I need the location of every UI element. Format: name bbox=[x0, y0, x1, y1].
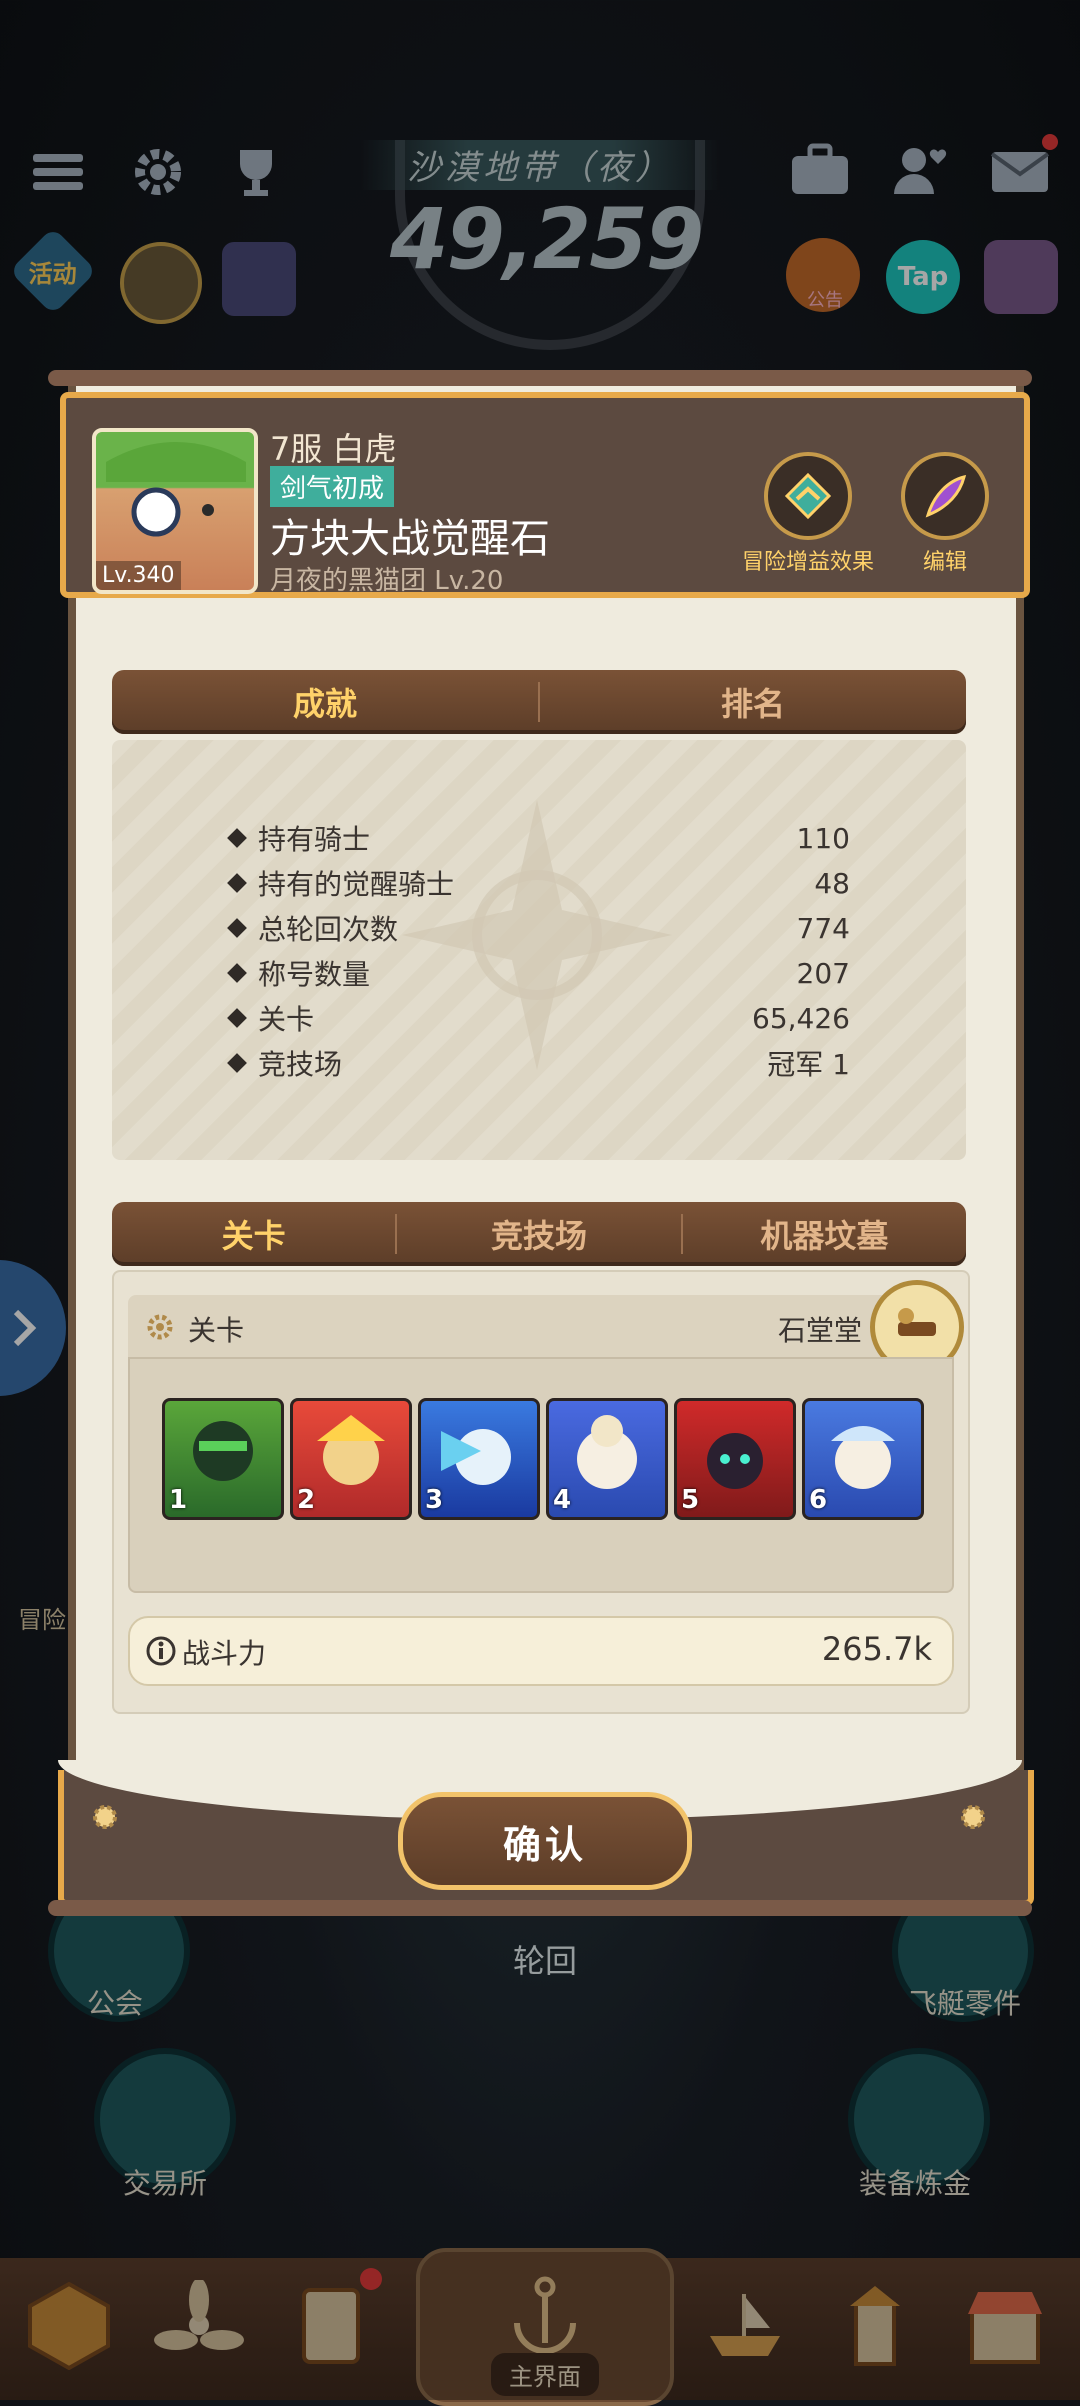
tab-achievements[interactable]: 成就 bbox=[112, 679, 538, 725]
stat-label: 称号数量 bbox=[258, 958, 371, 991]
hero-slot-number: 3 bbox=[425, 1485, 444, 1515]
player-level: Lv.340 bbox=[96, 561, 181, 590]
stat-row: 总轮回次数 774 bbox=[227, 906, 850, 950]
hero-slot[interactable]: 1 bbox=[162, 1398, 284, 1520]
stat-row: 关卡 65,426 bbox=[227, 996, 850, 1040]
stat-label: 竞技场 bbox=[258, 1048, 343, 1081]
modal-top-bar bbox=[48, 370, 1032, 386]
stat-value: 110 bbox=[796, 821, 850, 855]
stat-row: 称号数量 207 bbox=[227, 951, 850, 995]
player-avatar[interactable]: Lv.340 bbox=[92, 428, 258, 594]
team-owner: 石堂堂 bbox=[778, 1314, 863, 1347]
tab-arena[interactable]: 竞技场 bbox=[397, 1211, 680, 1257]
stat-label: 关卡 bbox=[258, 1003, 315, 1036]
stat-value: 65,426 bbox=[752, 1001, 850, 1035]
adventure-buff-label: 冒险增益效果 bbox=[742, 550, 875, 575]
info-icon[interactable] bbox=[146, 1636, 176, 1666]
hero-slot-number: 6 bbox=[809, 1485, 828, 1515]
stat-row: 持有骑士 110 bbox=[227, 816, 850, 860]
hero-slot-number: 2 bbox=[297, 1485, 316, 1515]
edit-button[interactable]: 编辑 bbox=[896, 452, 994, 575]
hero-slot[interactable]: 5 bbox=[674, 1398, 796, 1520]
title-tag: 剑气初成 bbox=[270, 466, 395, 507]
stat-value: 207 bbox=[796, 956, 850, 990]
hero-slot[interactable]: 6 bbox=[802, 1398, 924, 1520]
hero-slot[interactable]: 3 bbox=[418, 1398, 540, 1520]
team-header: 关卡 石堂堂 bbox=[128, 1295, 950, 1357]
server-name: 7服 白虎 bbox=[270, 430, 397, 468]
confirm-button[interactable]: 确认 bbox=[398, 1792, 692, 1890]
hero-slot[interactable]: 4 bbox=[546, 1398, 668, 1520]
guild-info: 月夜的黑猫团 Lv.20 bbox=[270, 566, 504, 596]
stat-label: 持有骑士 bbox=[258, 823, 371, 856]
stat-value: 冠军 1 bbox=[767, 1048, 850, 1081]
gear-small-icon bbox=[147, 1314, 173, 1340]
combat-power-value: 265.7k bbox=[821, 1630, 932, 1668]
buff-chevron-icon bbox=[764, 452, 852, 540]
hero-slot-number: 5 bbox=[681, 1485, 700, 1515]
stat-row: 持有的觉醒骑士 48 bbox=[227, 861, 850, 905]
hero-slot[interactable]: 2 bbox=[290, 1398, 412, 1520]
combat-power-label: 战斗力 bbox=[182, 1637, 267, 1670]
team-section-label: 关卡 bbox=[188, 1314, 245, 1347]
adventure-buff-button[interactable]: 冒险增益效果 bbox=[742, 452, 874, 575]
stat-row: 竞技场 冠军 1 bbox=[227, 1041, 850, 1085]
gear-deco-icon bbox=[93, 1805, 117, 1829]
tab-machine-tomb[interactable]: 机器坟墓 bbox=[683, 1211, 966, 1257]
gear-deco-icon bbox=[961, 1805, 985, 1829]
hero-slot-number: 1 bbox=[169, 1485, 188, 1515]
stat-label: 总轮回次数 bbox=[258, 913, 399, 946]
edit-label: 编辑 bbox=[922, 550, 967, 575]
bottom-tab-bar: 关卡 竞技场 机器坟墓 bbox=[112, 1202, 966, 1266]
stats-panel bbox=[112, 740, 966, 1160]
stat-label: 持有的觉醒骑士 bbox=[258, 868, 455, 901]
modal-bottom-bar bbox=[48, 1900, 1032, 1916]
stat-value: 48 bbox=[814, 866, 850, 900]
top-tab-bar: 成就 排名 bbox=[112, 670, 966, 734]
feather-icon bbox=[901, 452, 989, 540]
combat-power-bar: 战斗力 265.7k bbox=[128, 1616, 954, 1686]
tab-ranking[interactable]: 排名 bbox=[540, 679, 966, 725]
stat-value: 774 bbox=[796, 911, 850, 945]
player-nickname: 方块大战觉醒石 bbox=[270, 516, 550, 562]
tab-stage[interactable]: 关卡 bbox=[112, 1211, 395, 1257]
hero-slot-number: 4 bbox=[553, 1485, 572, 1515]
